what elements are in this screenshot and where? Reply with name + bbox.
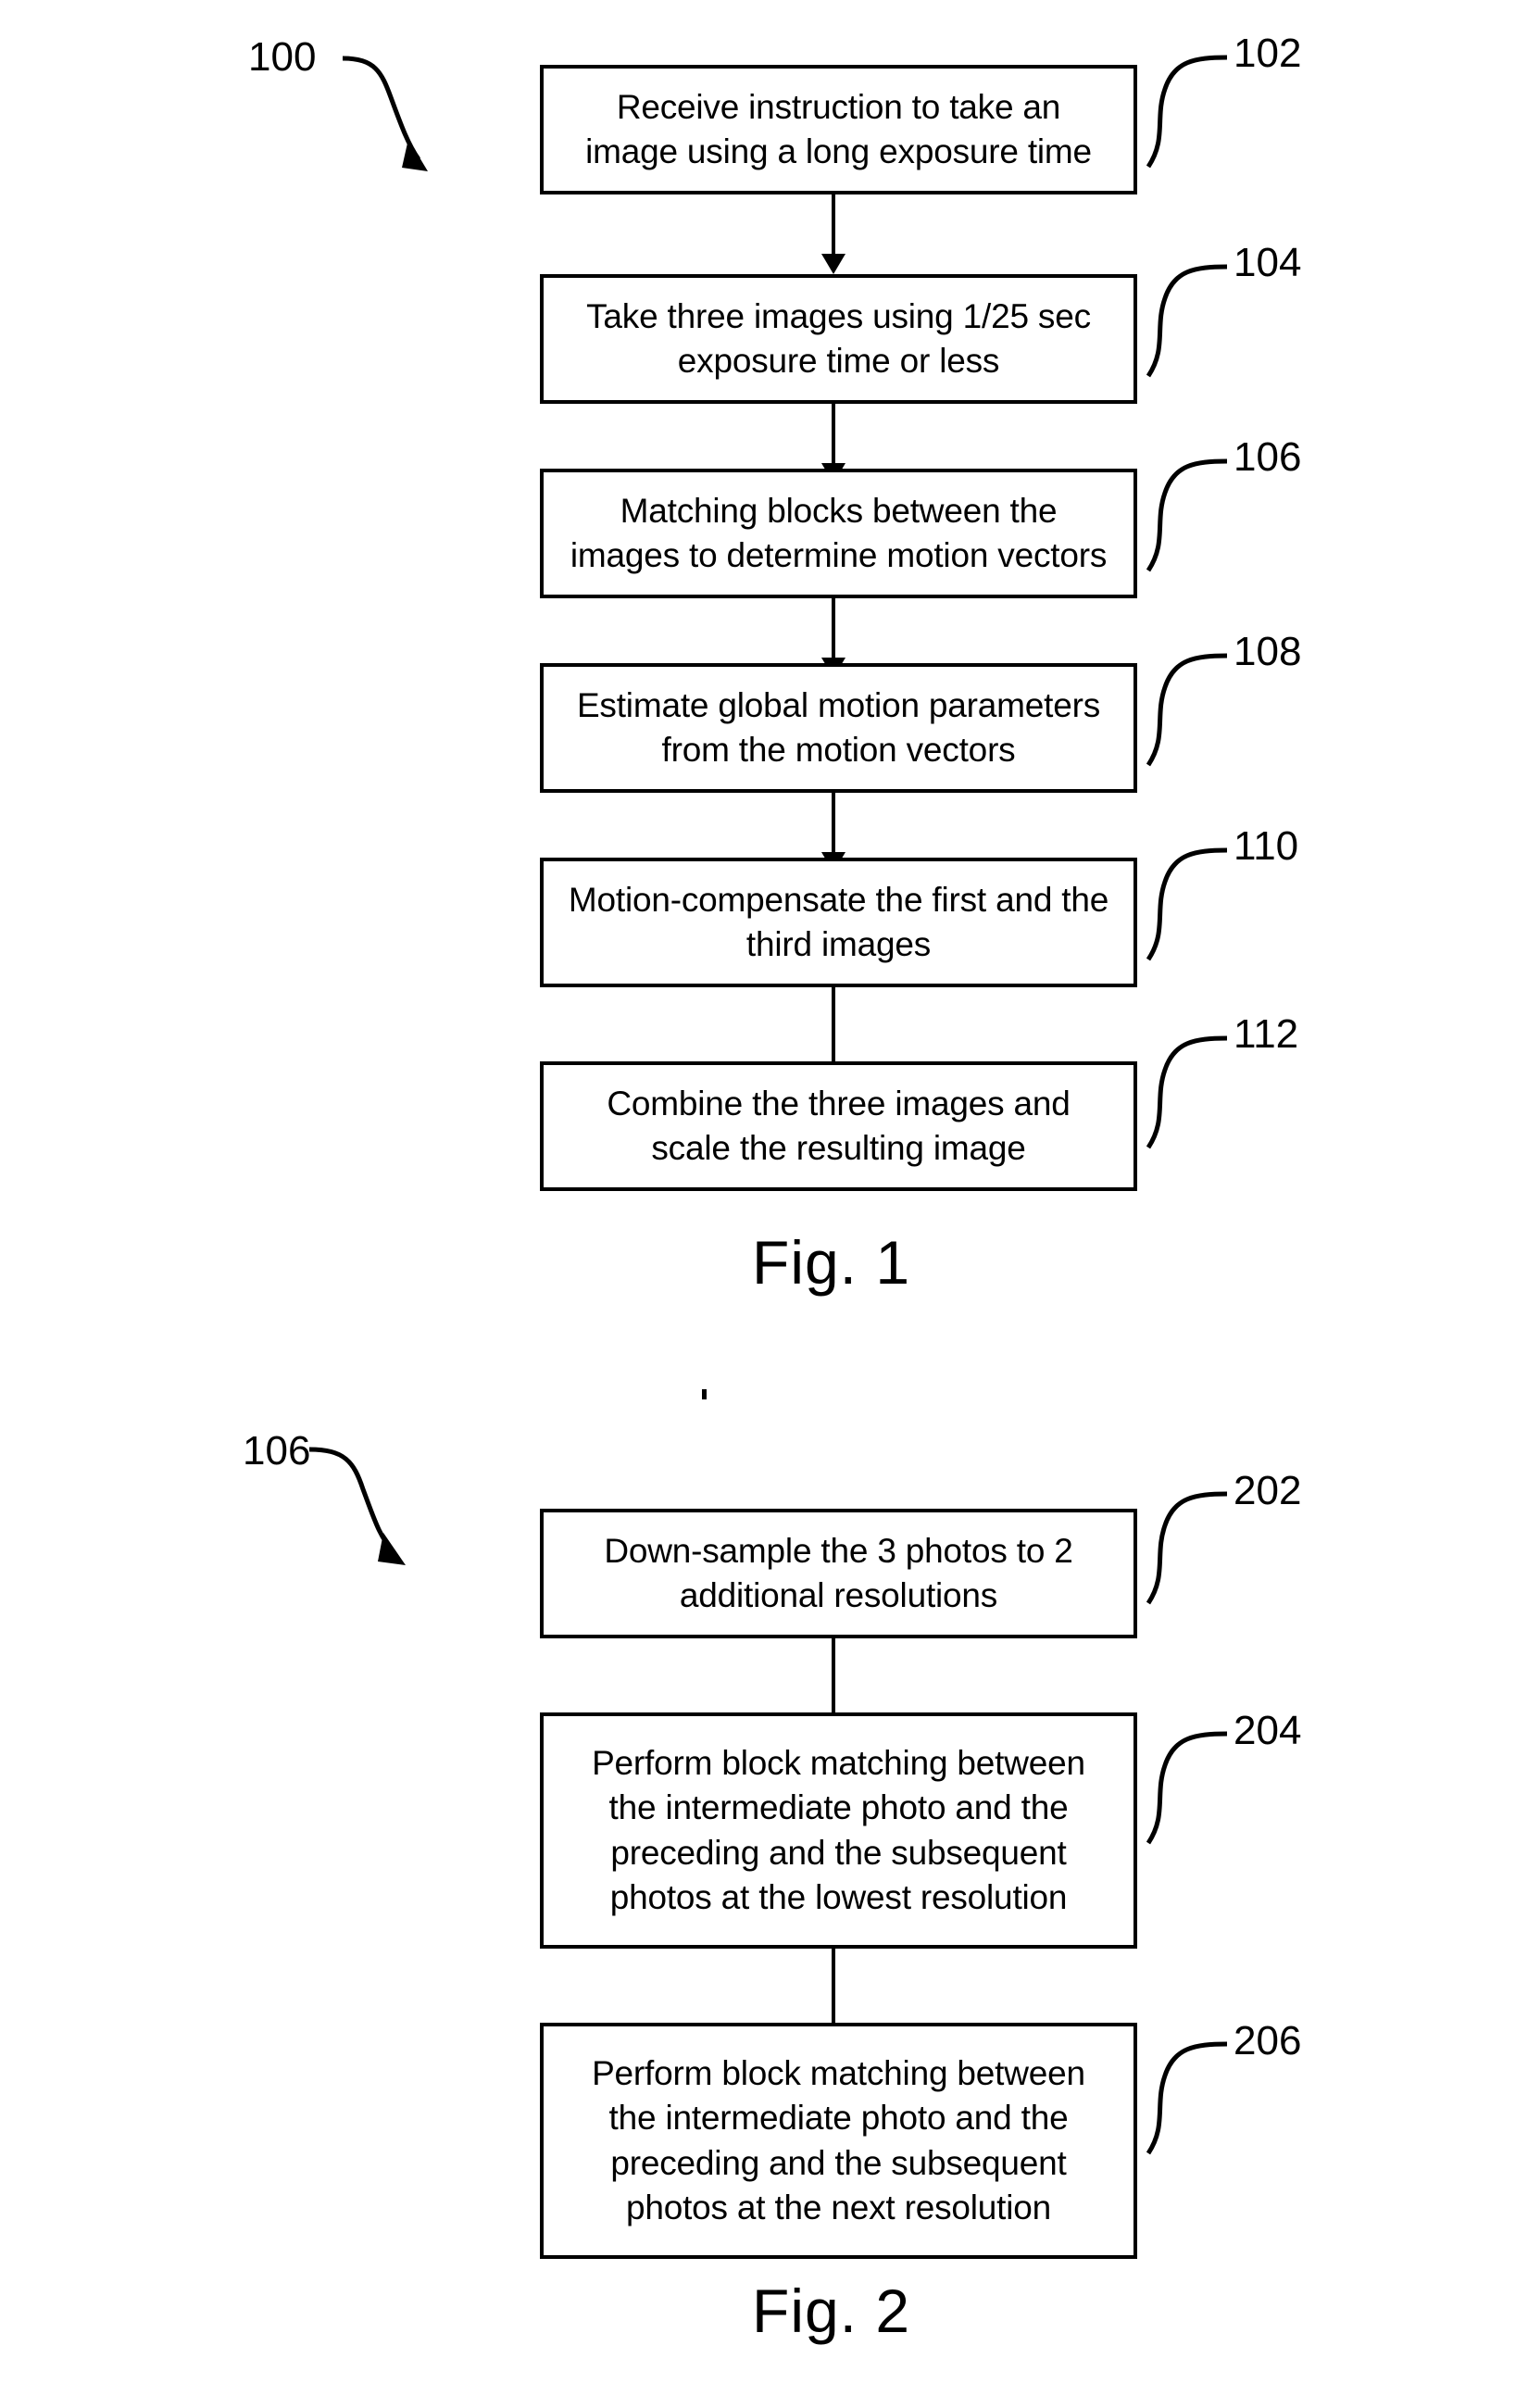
leader-line-206 — [1146, 2041, 1228, 2155]
patent-drawing-sheet: 100 Receive instruction to take an image… — [0, 0, 1528, 2408]
figure-2-caption: Fig. 2 — [752, 2276, 911, 2345]
